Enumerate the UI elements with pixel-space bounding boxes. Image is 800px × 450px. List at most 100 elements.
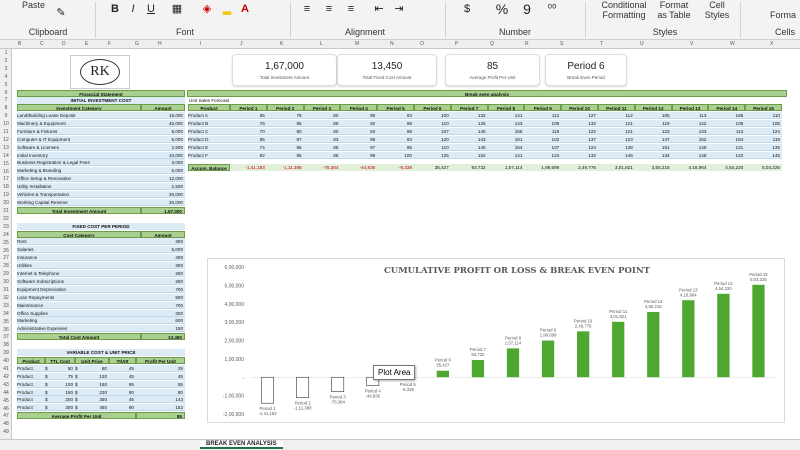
row-header[interactable]: 17: [1, 176, 11, 182]
row-header[interactable]: 25: [1, 240, 11, 246]
column-header[interactable]: X: [770, 41, 773, 47]
format-as-table-button[interactable]: Format as Table: [654, 0, 694, 20]
column-header[interactable]: F: [108, 41, 111, 47]
column-header[interactable]: W: [730, 41, 735, 47]
row-header[interactable]: 22: [1, 216, 11, 222]
row-header[interactable]: 5: [1, 82, 11, 88]
column-header[interactable]: P: [455, 41, 458, 47]
column-header[interactable]: U: [640, 41, 644, 47]
row-header[interactable]: 28: [1, 263, 11, 269]
row-header[interactable]: 46: [1, 406, 11, 412]
row-header[interactable]: 44: [1, 390, 11, 396]
row-header[interactable]: 49: [1, 429, 11, 435]
fill-color-icon[interactable]: ◈: [200, 2, 214, 16]
row-header[interactable]: 33: [1, 303, 11, 309]
column-header[interactable]: V: [690, 41, 693, 47]
row-header[interactable]: 20: [1, 200, 11, 206]
row-header[interactable]: 42: [1, 374, 11, 380]
row-header[interactable]: 39: [1, 350, 11, 356]
row-header[interactable]: 8: [1, 105, 11, 111]
row-header[interactable]: 15: [1, 161, 11, 167]
row-header[interactable]: 21: [1, 208, 11, 214]
row-header[interactable]: 12: [1, 137, 11, 143]
row-header[interactable]: 19: [1, 192, 11, 198]
column-header[interactable]: R: [525, 41, 529, 47]
row-header[interactable]: 6: [1, 90, 11, 96]
row-header[interactable]: 11: [1, 129, 11, 135]
worksheet[interactable]: RK 1,67,000 Total Investment Amount 13,4…: [12, 49, 800, 439]
row-header[interactable]: 9: [1, 113, 11, 119]
cumulative-profit-chart[interactable]: CUMULATIVE PROFIT OR LOSS & BREAK EVEN P…: [207, 258, 785, 423]
sheet-tab-break-even[interactable]: BREAK EVEN ANALYSIS: [200, 441, 283, 449]
row-header[interactable]: 18: [1, 184, 11, 190]
row-header[interactable]: 26: [1, 248, 11, 254]
cell-styles-button[interactable]: Cell Styles: [700, 0, 734, 20]
column-header[interactable]: L: [320, 41, 323, 47]
row-header[interactable]: 3: [1, 66, 11, 72]
row-header[interactable]: 48: [1, 421, 11, 427]
italic-button[interactable]: I: [126, 2, 140, 16]
row-header[interactable]: 34: [1, 311, 11, 317]
column-header[interactable]: O: [420, 41, 424, 47]
column-header[interactable]: C: [40, 41, 44, 47]
column-header[interactable]: K: [280, 41, 283, 47]
column-header[interactable]: I: [200, 41, 201, 47]
format-cells-button[interactable]: Forma: [770, 10, 796, 20]
row-header[interactable]: 36: [1, 327, 11, 333]
column-header[interactable]: T: [600, 41, 603, 47]
unit-sales-header: Period 6: [414, 104, 451, 111]
paste-button[interactable]: Paste: [22, 0, 45, 10]
column-header[interactable]: S: [560, 41, 563, 47]
row-header[interactable]: 2: [1, 58, 11, 64]
investment-amount-cell: 8,000: [141, 127, 185, 135]
row-header[interactable]: 29: [1, 271, 11, 277]
conditional-formatting-button[interactable]: Conditional Formatting: [594, 0, 654, 20]
row-header[interactable]: 41: [1, 366, 11, 372]
row-header[interactable]: 32: [1, 295, 11, 301]
row-header[interactable]: 13: [1, 145, 11, 151]
column-header[interactable]: B: [18, 41, 21, 47]
column-header[interactable]: H: [158, 41, 162, 47]
comma-button[interactable]: 9: [520, 2, 534, 16]
row-header[interactable]: 30: [1, 279, 11, 285]
align-left-icon[interactable]: ≡: [300, 2, 314, 16]
font-color-button[interactable]: A: [238, 2, 252, 16]
outdent-icon[interactable]: ⇥: [392, 2, 406, 16]
row-header[interactable]: 31: [1, 287, 11, 293]
borders-icon[interactable]: ▦: [170, 2, 184, 16]
column-header[interactable]: G: [135, 41, 139, 47]
row-header[interactable]: 45: [1, 398, 11, 404]
currency-icon[interactable]: $: [460, 2, 474, 16]
indent-icon[interactable]: ⇤: [372, 2, 386, 16]
row-header[interactable]: 43: [1, 382, 11, 388]
underline-button[interactable]: U: [144, 2, 158, 16]
row-header[interactable]: 23: [1, 224, 11, 230]
percent-button[interactable]: %: [495, 2, 509, 16]
column-header[interactable]: N: [390, 41, 394, 47]
row-header[interactable]: 10: [1, 121, 11, 127]
decimal-icon[interactable]: ⁰⁰: [545, 2, 559, 16]
align-right-icon[interactable]: ≡: [344, 2, 358, 16]
highlight-icon[interactable]: ▂: [220, 2, 234, 16]
column-header[interactable]: M: [355, 41, 359, 47]
row-header[interactable]: 27: [1, 255, 11, 261]
row-header[interactable]: 24: [1, 232, 11, 238]
column-header[interactable]: E: [85, 41, 88, 47]
row-header[interactable]: 4: [1, 74, 11, 80]
column-header[interactable]: D: [62, 41, 66, 47]
row-header[interactable]: 7: [1, 97, 11, 103]
format-painter-icon[interactable]: ✎: [54, 6, 68, 20]
row-header[interactable]: 38: [1, 342, 11, 348]
row-header[interactable]: 47: [1, 413, 11, 419]
chart-bar: [576, 331, 590, 378]
row-header[interactable]: 40: [1, 358, 11, 364]
column-header[interactable]: J: [240, 41, 243, 47]
row-header[interactable]: 1: [1, 50, 11, 56]
column-header[interactable]: Q: [490, 41, 494, 47]
row-header[interactable]: 37: [1, 334, 11, 340]
row-header[interactable]: 35: [1, 319, 11, 325]
row-header[interactable]: 16: [1, 169, 11, 175]
row-header[interactable]: 14: [1, 153, 11, 159]
bold-button[interactable]: B: [108, 2, 122, 16]
align-center-icon[interactable]: ≡: [322, 2, 336, 16]
